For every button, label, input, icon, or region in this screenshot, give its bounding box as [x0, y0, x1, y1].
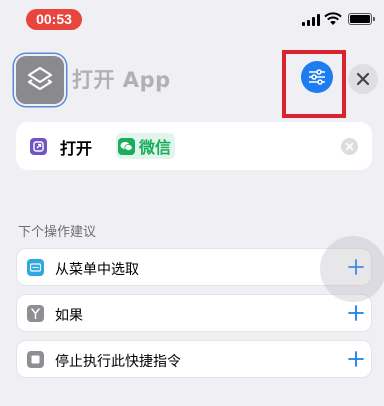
suggestion-stop-shortcut[interactable]: 停止执行此快捷指令: [16, 340, 372, 378]
suggestion-if[interactable]: 如果: [16, 294, 372, 332]
suggestion-label: 停止执行此快捷指令: [55, 354, 181, 370]
suggestion-label: 从菜单中选取: [55, 262, 139, 278]
touch-indicator: [320, 236, 384, 302]
open-app-action-card[interactable]: 打开 微信: [16, 122, 372, 170]
app-parameter-token[interactable]: 微信: [116, 133, 176, 159]
sliders-icon: [309, 69, 325, 85]
clear-button[interactable]: [341, 138, 358, 155]
close-icon: [356, 72, 370, 86]
status-bar: 00:53: [0, 0, 384, 38]
suggestion-choose-from-menu[interactable]: 从菜单中选取: [16, 248, 372, 286]
suggestions-header: 下个操作建议: [18, 225, 97, 240]
shortcuts-layers-icon[interactable]: [16, 56, 64, 104]
time-indicator[interactable]: 00:53: [26, 9, 82, 30]
action-title: 打开 App: [72, 68, 171, 92]
add-icon[interactable]: [347, 304, 365, 322]
wifi-icon: [324, 12, 342, 25]
add-icon[interactable]: [347, 350, 365, 368]
clear-icon: [345, 142, 354, 151]
cellular-signal-icon: [302, 14, 320, 26]
wechat-icon: [118, 137, 135, 155]
open-app-icon: [30, 138, 47, 155]
battery-level: [350, 15, 370, 23]
suggestion-label: 如果: [55, 308, 83, 324]
menu-icon: [27, 259, 44, 276]
branch-icon: [27, 305, 44, 322]
app-name: 微信: [139, 138, 172, 157]
settings-button[interactable]: [301, 61, 333, 93]
battery-icon: [348, 13, 375, 25]
action-verb: 打开: [60, 139, 93, 158]
close-button[interactable]: [348, 64, 378, 94]
stop-icon: [27, 351, 44, 368]
